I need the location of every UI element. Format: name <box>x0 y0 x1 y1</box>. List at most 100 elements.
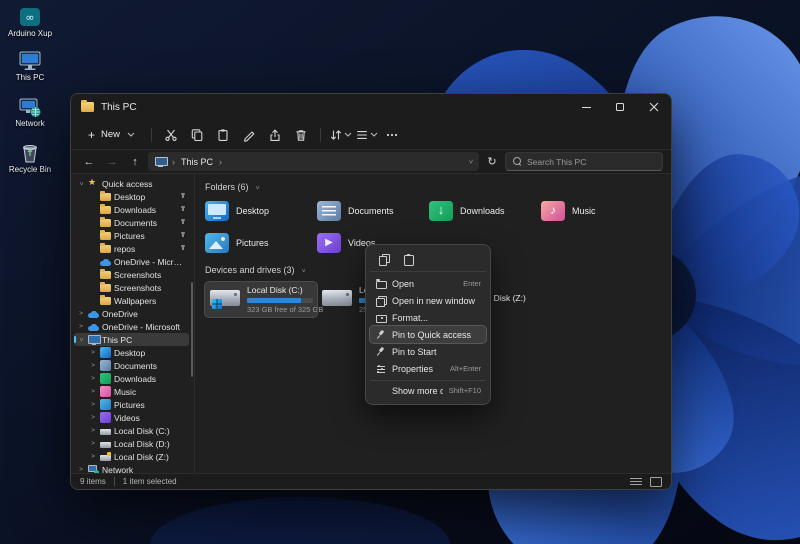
folder-tile[interactable]: Desktop <box>205 199 317 223</box>
sidebar-item[interactable]: Local Disk (D:) <box>74 437 189 450</box>
more-options-icon[interactable] <box>380 124 404 146</box>
folder-tile[interactable]: Music <box>541 199 653 223</box>
expand-chevron-icon[interactable] <box>89 192 97 202</box>
folder-tile[interactable]: Downloads <box>429 199 541 223</box>
file-explorer-window: This PC + New ← → ↑ › This PC › > ↻ Sear… <box>70 93 672 490</box>
desktop-icon-network[interactable]: Network <box>3 96 57 129</box>
sidebar-item[interactable]: Downloads <box>74 203 189 216</box>
sidebar-item[interactable]: Screenshots <box>74 268 189 281</box>
sidebar-item[interactable]: OneDrive - Microsoft <box>74 320 189 333</box>
sidebar-item[interactable]: repos <box>74 242 189 255</box>
paste-icon[interactable] <box>211 124 235 146</box>
context-menu-item[interactable]: Open Enter <box>370 275 486 292</box>
section-header-folders[interactable]: Folders (6) > <box>205 182 661 192</box>
back-button[interactable]: ← <box>79 152 99 171</box>
copy-icon[interactable] <box>185 124 209 146</box>
desktop-icon-this-pc[interactable]: This PC <box>3 50 57 83</box>
sidebar-item[interactable]: Videos <box>74 411 189 424</box>
sidebar-item-icon <box>88 321 99 332</box>
expand-chevron-icon[interactable] <box>77 322 85 332</box>
sidebar-item[interactable]: Local Disk (C:) <box>74 424 189 437</box>
share-icon[interactable] <box>263 124 287 146</box>
context-menu-item[interactable]: Properties Alt+Enter <box>370 360 486 377</box>
drive-tile[interactable]: Local Disk (C:) 323 GB free of 325 GB <box>204 281 323 318</box>
expand-chevron-icon[interactable] <box>89 244 97 254</box>
search-input[interactable] <box>527 156 655 167</box>
expand-chevron-icon[interactable] <box>89 283 97 293</box>
context-menu-item[interactable]: Open in new window <box>370 292 486 309</box>
minimize-button[interactable] <box>569 94 603 120</box>
expand-chevron-icon[interactable] <box>89 426 97 436</box>
forward-button[interactable]: → <box>102 152 122 171</box>
expand-chevron-icon[interactable] <box>89 348 97 358</box>
sidebar-item[interactable]: OneDrive <box>74 307 189 320</box>
up-button[interactable]: ↑ <box>125 152 145 171</box>
expand-chevron-icon[interactable] <box>89 452 97 462</box>
folder-icon <box>205 201 229 221</box>
expand-chevron-icon[interactable] <box>89 296 97 306</box>
expand-chevron-icon[interactable] <box>89 257 97 267</box>
expand-chevron-icon[interactable] <box>89 374 97 384</box>
rename-icon[interactable] <box>237 124 261 146</box>
sidebar-item[interactable]: Pictures <box>74 229 189 242</box>
expand-chevron-icon[interactable] <box>89 205 97 215</box>
sidebar-item[interactable]: Music <box>74 385 189 398</box>
view-icon[interactable] <box>354 124 378 146</box>
breadcrumb-item-this-pc[interactable]: This PC <box>181 157 213 167</box>
expand-chevron-icon[interactable] <box>77 335 85 345</box>
maximize-button[interactable] <box>603 94 637 120</box>
sidebar-item[interactable]: This PC <box>74 333 189 346</box>
new-button[interactable]: + New <box>79 124 144 146</box>
copy-icon[interactable] <box>378 253 390 266</box>
sidebar-item[interactable]: Quick access <box>74 177 189 190</box>
context-menu-item[interactable]: Pin to Start <box>370 343 486 360</box>
desktop-icon-arduino[interactable]: ∞ Arduino Xup <box>3 6 57 39</box>
chevron-down-icon <box>344 132 351 137</box>
context-menu-item[interactable]: Pin to Quick access <box>369 325 487 344</box>
folder-tile[interactable]: Documents <box>317 199 429 223</box>
expand-chevron-icon[interactable] <box>89 439 97 449</box>
folder-tile[interactable]: Pictures <box>205 231 317 255</box>
expand-chevron-icon[interactable] <box>89 413 97 423</box>
expand-chevron-icon[interactable] <box>89 270 97 280</box>
expand-chevron-icon[interactable] <box>77 465 85 474</box>
search-box[interactable] <box>505 152 663 171</box>
context-menu-item[interactable]: Show more options Shift+F10 <box>370 380 486 400</box>
address-dropdown-icon[interactable]: > <box>466 159 473 163</box>
close-button[interactable] <box>637 94 671 120</box>
desktop-icon-label: Network <box>15 119 45 128</box>
sidebar-scrollbar[interactable] <box>191 282 193 377</box>
sidebar-item[interactable]: Network <box>74 463 189 473</box>
search-icon <box>513 157 522 166</box>
sidebar-item-icon <box>100 386 111 397</box>
expand-chevron-icon[interactable] <box>89 218 97 228</box>
context-menu-item[interactable]: Format... <box>370 309 486 326</box>
sidebar-item[interactable]: Downloads <box>74 372 189 385</box>
details-view-icon[interactable] <box>630 477 642 487</box>
expand-chevron-icon[interactable] <box>89 231 97 241</box>
sidebar-item[interactable]: Screenshots <box>74 281 189 294</box>
expand-chevron-icon[interactable] <box>89 387 97 397</box>
large-icons-view-icon[interactable] <box>650 476 662 487</box>
sidebar-item[interactable]: Desktop <box>74 190 189 203</box>
breadcrumb[interactable]: › This PC › > <box>148 152 479 171</box>
refresh-button[interactable]: ↻ <box>482 152 502 171</box>
expand-chevron-icon[interactable] <box>77 309 85 319</box>
expand-chevron-icon[interactable] <box>89 361 97 371</box>
paste-icon[interactable] <box>402 253 414 266</box>
sidebar-item[interactable]: Desktop <box>74 346 189 359</box>
sidebar-item[interactable]: OneDrive - Microsoft <box>74 255 189 268</box>
plus-icon: + <box>88 127 96 142</box>
sidebar-item[interactable]: Wallpapers <box>74 294 189 307</box>
window-titlebar[interactable]: This PC <box>71 94 671 120</box>
sort-icon[interactable] <box>328 124 352 146</box>
cut-icon[interactable] <box>159 124 183 146</box>
sidebar-item[interactable]: Documents <box>74 359 189 372</box>
expand-chevron-icon[interactable] <box>77 179 85 189</box>
sidebar-item[interactable]: Local Disk (Z:) <box>74 450 189 463</box>
expand-chevron-icon[interactable] <box>89 400 97 410</box>
sidebar-item[interactable]: Documents <box>74 216 189 229</box>
desktop-icon-recycle-bin[interactable]: Recycle Bin <box>3 142 57 175</box>
delete-icon[interactable] <box>289 124 313 146</box>
sidebar-item[interactable]: Pictures <box>74 398 189 411</box>
